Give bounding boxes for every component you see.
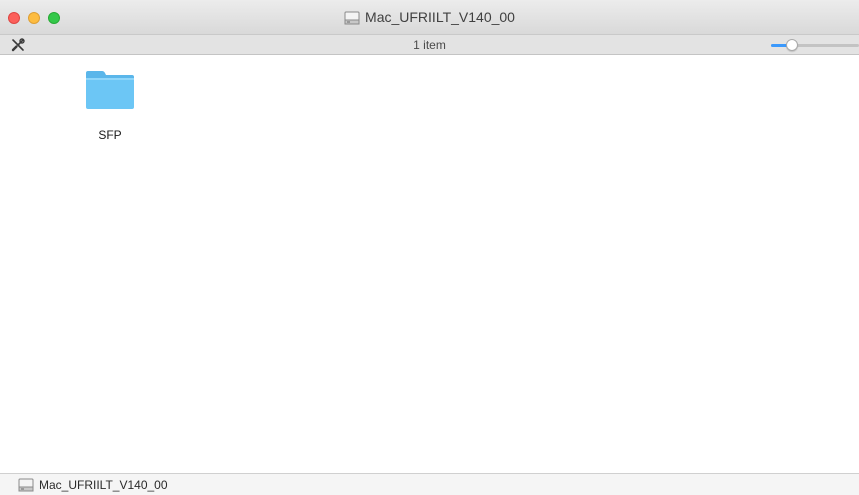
disk-icon [344,11,360,29]
finder-window: Mac_UFRIILT_V140_00 1 item SFP Mac_UFRII… [0,0,859,495]
folder-name-label: SFP [98,128,122,142]
status-toolbar: 1 item [0,34,859,55]
window-title: Mac_UFRIILT_V140_00 [365,9,515,25]
slider-knob[interactable] [786,39,798,51]
path-bar: Mac_UFRIILT_V140_00 [0,473,859,495]
item-count-label: 1 item [413,38,446,52]
file-browser-area[interactable]: SFP [0,55,859,473]
path-item-volume[interactable]: Mac_UFRIILT_V140_00 [18,478,168,495]
folder-item[interactable]: SFP [70,69,150,142]
title-bar[interactable]: Mac_UFRIILT_V140_00 [0,0,859,34]
icon-size-slider[interactable] [771,39,859,51]
disk-icon [18,478,34,495]
path-item-label: Mac_UFRIILT_V140_00 [39,478,168,492]
window-title-group: Mac_UFRIILT_V140_00 [0,8,859,29]
folder-icon[interactable] [70,69,150,116]
